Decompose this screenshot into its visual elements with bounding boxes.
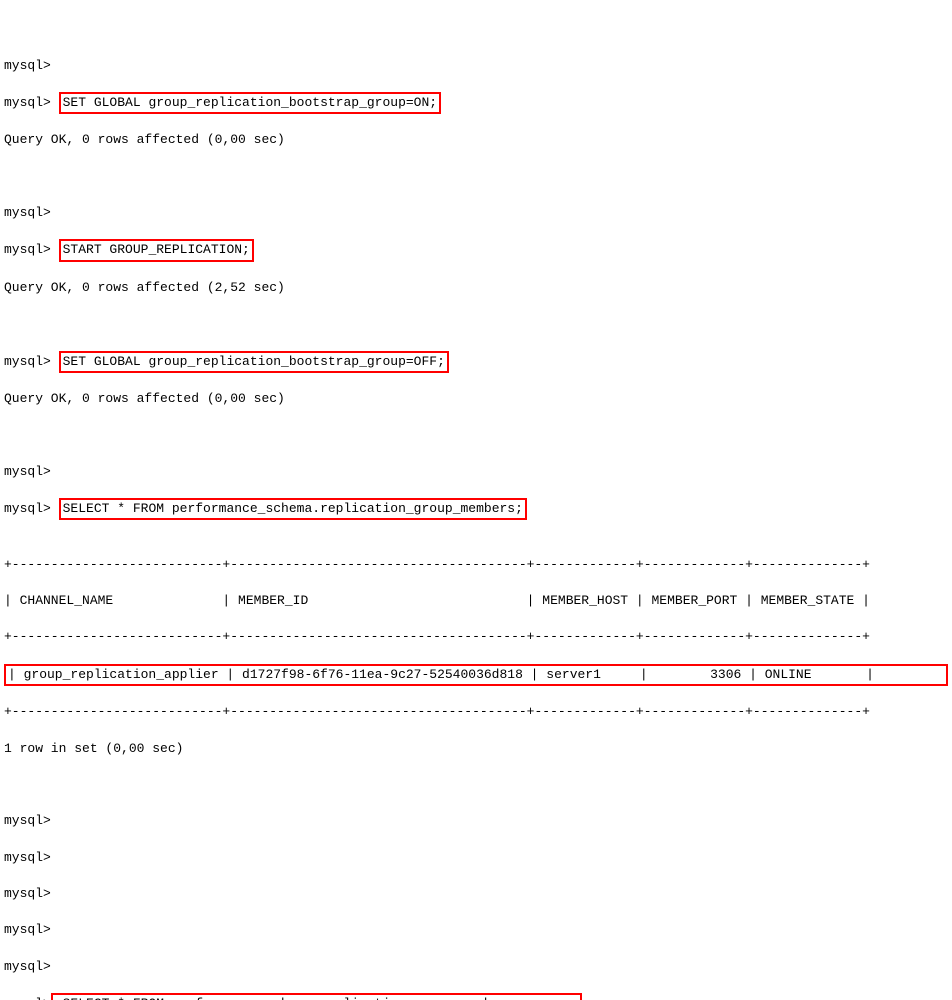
- result-ok: Query OK, 0 rows affected (0,00 sec): [4, 390, 948, 408]
- prompt: mysql>: [4, 242, 51, 257]
- table1-border-bot: +---------------------------+-----------…: [4, 703, 948, 721]
- prompt-line: mysql>: [4, 812, 948, 830]
- table1-border-mid: +---------------------------+-----------…: [4, 628, 948, 646]
- prompt-line: mysql>: [4, 885, 948, 903]
- table1-footer: 1 row in set (0,00 sec): [4, 740, 948, 758]
- prompt: mysql>: [4, 501, 51, 516]
- table1-border-top: +---------------------------+-----------…: [4, 556, 948, 574]
- result-ok: Query OK, 0 rows affected (0,00 sec): [4, 131, 948, 149]
- prompt-line: mysql>: [4, 57, 948, 75]
- prompt: mysql>: [4, 996, 51, 1000]
- cmd-select-members-line-2: mysql> SELECT * FROM performance_schema.…: [4, 994, 948, 1000]
- blank: [4, 426, 948, 444]
- prompt-line: mysql>: [4, 958, 948, 976]
- highlight-table1-row: | group_replication_applier | d1727f98-6…: [4, 664, 948, 686]
- cmd-text: SELECT * FROM performance_schema.replica…: [63, 996, 523, 1000]
- prompt-line: mysql>: [4, 849, 948, 867]
- prompt-line: mysql>: [4, 463, 948, 481]
- cmd-select-members-line: mysql> SELECT * FROM performance_schema.…: [4, 499, 948, 519]
- highlight-cmd-bootstrap-on: SET GLOBAL group_replication_bootstrap_g…: [59, 92, 441, 114]
- cmd-bootstrap-off-line: mysql> SET GLOBAL group_replication_boot…: [4, 352, 948, 372]
- prompt-line: mysql>: [4, 921, 948, 939]
- blank: [4, 776, 948, 794]
- highlight-cmd-select-2: SELECT * FROM performance_schema.replica…: [51, 993, 582, 1000]
- cmd-start-repl-line: mysql> START GROUP_REPLICATION;: [4, 240, 948, 260]
- blank: [4, 315, 948, 333]
- cmd-bootstrap-on-line: mysql> SET GLOBAL group_replication_boot…: [4, 93, 948, 113]
- table1-header: | CHANNEL_NAME | MEMBER_ID | MEMBER_HOST…: [4, 592, 948, 610]
- blank: [4, 168, 948, 186]
- result-ok: Query OK, 0 rows affected (2,52 sec): [4, 279, 948, 297]
- highlight-cmd-bootstrap-off: SET GLOBAL group_replication_bootstrap_g…: [59, 351, 449, 373]
- prompt-line: mysql>: [4, 204, 948, 222]
- highlight-cmd-select-1: SELECT * FROM performance_schema.replica…: [59, 498, 527, 520]
- prompt: mysql>: [4, 354, 51, 369]
- prompt: mysql>: [4, 95, 51, 110]
- highlight-cmd-start-repl: START GROUP_REPLICATION;: [59, 239, 254, 261]
